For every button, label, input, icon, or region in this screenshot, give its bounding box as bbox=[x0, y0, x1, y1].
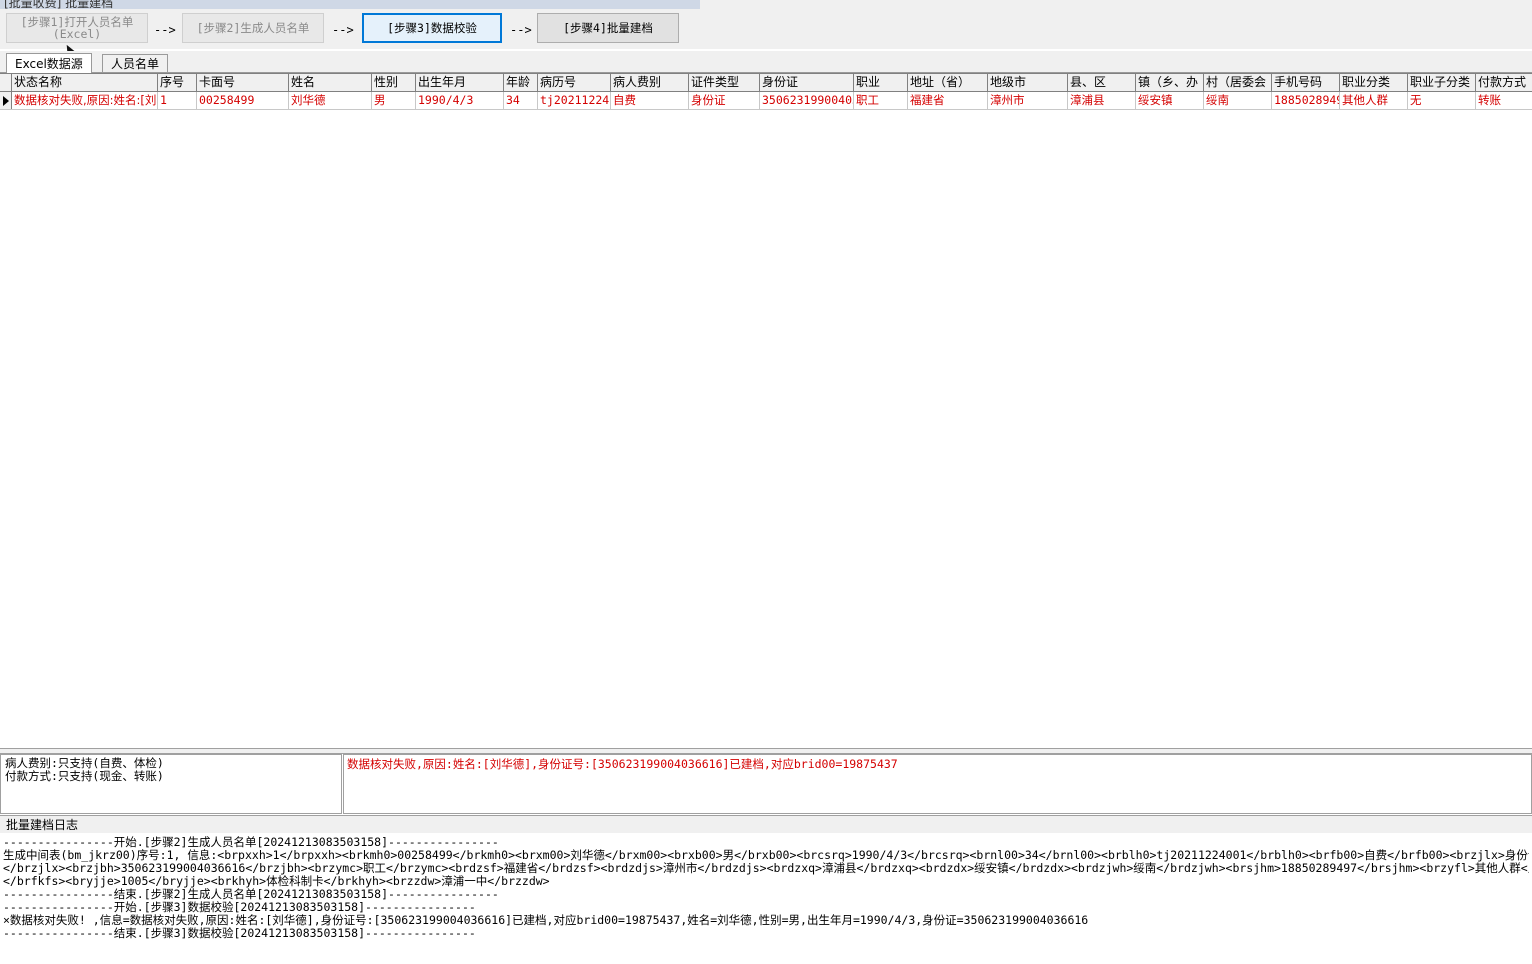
cell-fee-type[interactable]: 自费 bbox=[611, 92, 689, 109]
column-header[interactable]: 职业子分类 bbox=[1408, 74, 1476, 91]
cell-id-type[interactable]: 身份证 bbox=[689, 92, 760, 109]
data-grid[interactable]: 状态名称 序号 卡面号 姓名 性别 出生年月 年龄 病历号 病人费别 证件类型 … bbox=[0, 73, 1532, 749]
step2-generate-list-button[interactable]: [步骤2]生成人员名单 bbox=[182, 13, 324, 43]
cell-status[interactable]: 数据核对失败,原因:姓名:[刘华德],身份证号:[350623199004036… bbox=[12, 92, 158, 109]
column-header[interactable]: 序号 bbox=[158, 74, 197, 91]
cell-name[interactable]: 刘华德 bbox=[289, 92, 372, 109]
log-line: </brfkfs><bryjje>1005</bryjje><brkhyh>体检… bbox=[3, 875, 550, 888]
log-line: 生成中间表(bm_jkrz00)序号:1, 信息:<brpxxh>1</brpx… bbox=[3, 849, 1529, 862]
log-line: ----------------开始.[步骤2]生成人员名单[202412130… bbox=[3, 836, 499, 849]
window-title: [批量收费] 批量建档 bbox=[4, 0, 114, 9]
cell-occupation-category[interactable]: 其他人群 bbox=[1340, 92, 1408, 109]
tab-label: 人员名单 bbox=[111, 57, 160, 71]
column-header[interactable]: 姓名 bbox=[289, 74, 372, 91]
step1-label-line2: (Excel) bbox=[52, 27, 102, 41]
step-arrow: --> bbox=[332, 23, 354, 37]
validation-message: 数据核对失败,原因:姓名:[刘华德],身份证号:[350623199004036… bbox=[347, 757, 898, 771]
column-header[interactable]: 性别 bbox=[372, 74, 416, 91]
cell-gender[interactable]: 男 bbox=[372, 92, 416, 109]
cell-payment-method[interactable]: 转账 bbox=[1476, 92, 1532, 109]
cell-phone[interactable]: 18850289497 bbox=[1272, 92, 1340, 109]
log-line: </brzjlx><brzjbh>350623199004036616</brz… bbox=[3, 862, 1529, 875]
log-textarea[interactable]: ----------------开始.[步骤2]生成人员名单[202412130… bbox=[0, 834, 1532, 964]
column-header[interactable]: 职业 bbox=[854, 74, 908, 91]
cell-occupation[interactable]: 职工 bbox=[854, 92, 908, 109]
cell-town[interactable]: 绥安镇 bbox=[1136, 92, 1204, 109]
step4-label: [步骤4]批量建档 bbox=[563, 21, 653, 35]
column-header[interactable]: 手机号码 bbox=[1272, 74, 1340, 91]
column-header[interactable]: 证件类型 bbox=[689, 74, 760, 91]
cell-birthdate[interactable]: 1990/4/3 bbox=[416, 92, 504, 109]
column-header[interactable]: 出生年月 bbox=[416, 74, 504, 91]
cell-id-number[interactable]: 350623199004036616 bbox=[760, 92, 854, 109]
step3-label: [步骤3]数据校验 bbox=[387, 21, 477, 35]
log-line: ×数据核对失败! ,信息=数据核对失败,原因:姓名:[刘华德],身份证号:[35… bbox=[3, 914, 1089, 927]
validation-message-panel: 数据核对失败,原因:姓名:[刘华德],身份证号:[350623199004036… bbox=[343, 754, 1532, 814]
cell-record-no[interactable]: tj20211224001 bbox=[538, 92, 611, 109]
column-header[interactable]: 职业分类 bbox=[1340, 74, 1408, 91]
grid-corner bbox=[0, 74, 12, 91]
column-header[interactable]: 镇（乡、办 bbox=[1136, 74, 1204, 91]
log-line: ----------------开始.[步骤3]数据校验[20241213083… bbox=[3, 901, 476, 914]
step2-label: [步骤2]生成人员名单 bbox=[196, 21, 310, 35]
rule-payment-method: 付款方式:只支持(现金、转账) bbox=[5, 769, 164, 783]
tab-excel-source[interactable]: Excel数据源 bbox=[6, 53, 92, 73]
column-header[interactable]: 地址（省） bbox=[908, 74, 988, 91]
window-titlebar: [批量收费] 批量建档 bbox=[0, 0, 700, 9]
tab-person-list[interactable]: 人员名单 bbox=[102, 54, 169, 72]
column-header[interactable]: 地级市 bbox=[988, 74, 1068, 91]
titlebar-background bbox=[700, 0, 1532, 9]
column-header[interactable]: 病人费别 bbox=[611, 74, 689, 91]
cell-occupation-subcategory[interactable]: 无 bbox=[1408, 92, 1476, 109]
cell-city[interactable]: 漳州市 bbox=[988, 92, 1068, 109]
cell-county[interactable]: 漳浦县 bbox=[1068, 92, 1136, 109]
table-row[interactable]: 数据核对失败,原因:姓名:[刘华德],身份证号:[350623199004036… bbox=[0, 92, 1532, 110]
log-line: ----------------结束.[步骤3]数据校验[20241213083… bbox=[3, 927, 476, 940]
cell-seq[interactable]: 1 bbox=[158, 92, 197, 109]
row-selector[interactable] bbox=[0, 92, 12, 109]
tab-strip: Excel数据源 人员名单 bbox=[0, 51, 1532, 73]
step4-batch-create-button[interactable]: [步骤4]批量建档 bbox=[537, 13, 679, 43]
log-line: ----------------结束.[步骤2]生成人员名单[202412130… bbox=[3, 888, 499, 901]
step-arrow: --> bbox=[510, 23, 532, 37]
cell-card-no[interactable]: 00258499 bbox=[197, 92, 289, 109]
column-header[interactable]: 年龄 bbox=[504, 74, 538, 91]
cell-province[interactable]: 福建省 bbox=[908, 92, 988, 109]
current-row-icon bbox=[3, 96, 9, 106]
tab-label: Excel数据源 bbox=[15, 57, 83, 71]
step3-validate-button[interactable]: [步骤3]数据校验 bbox=[362, 13, 502, 43]
step1-open-list-button[interactable]: [步骤1]打开人员名单 (Excel) bbox=[6, 13, 148, 43]
column-header[interactable]: 县、区 bbox=[1068, 74, 1136, 91]
grid-header: 状态名称 序号 卡面号 姓名 性别 出生年月 年龄 病历号 病人费别 证件类型 … bbox=[0, 74, 1532, 92]
column-header[interactable]: 病历号 bbox=[538, 74, 611, 91]
column-header[interactable]: 村（居委会 bbox=[1204, 74, 1272, 91]
step-arrow: --> bbox=[154, 23, 176, 37]
cell-village[interactable]: 绥南 bbox=[1204, 92, 1272, 109]
cell-age[interactable]: 34 bbox=[504, 92, 538, 109]
column-header[interactable]: 身份证 bbox=[760, 74, 854, 91]
column-header[interactable]: 付款方式 bbox=[1476, 74, 1532, 91]
rules-panel: 病人费别:只支持(自费、体检) 付款方式:只支持(现金、转账) bbox=[0, 754, 342, 814]
column-header[interactable]: 状态名称 bbox=[12, 74, 158, 91]
log-title: 批量建档日志 bbox=[0, 815, 1532, 833]
column-header[interactable]: 卡面号 bbox=[197, 74, 289, 91]
step-toolbar: [步骤1]打开人员名单 (Excel) --> [步骤2]生成人员名单 --> … bbox=[0, 9, 1532, 49]
